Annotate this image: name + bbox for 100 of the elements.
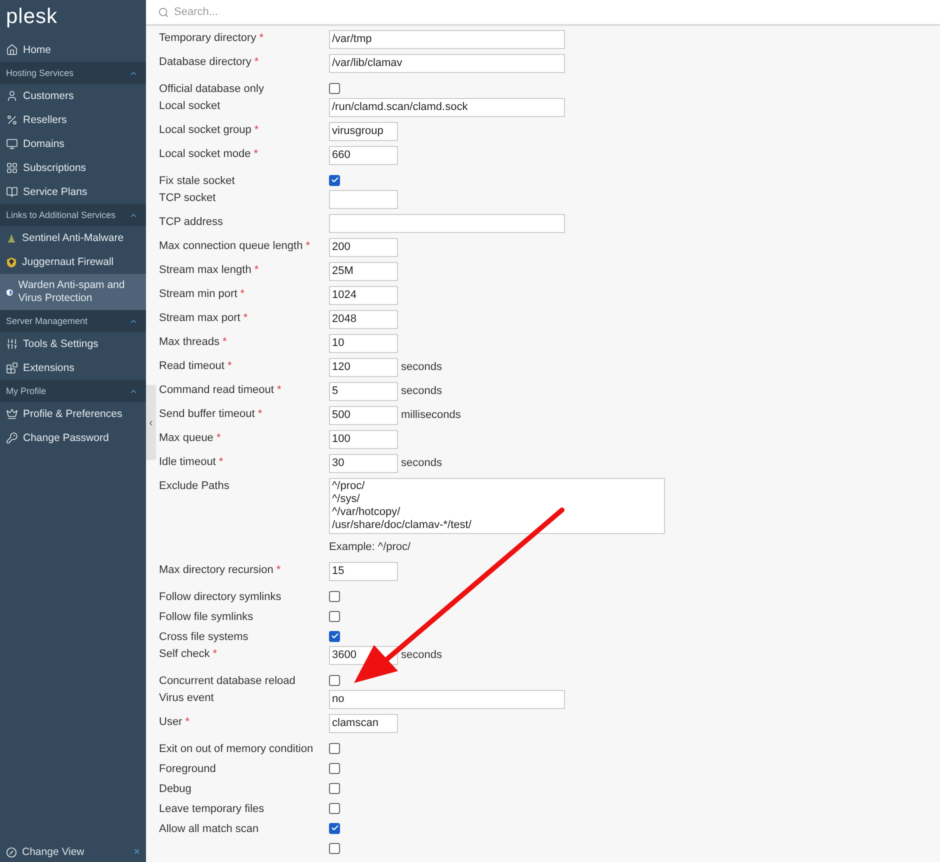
- badge-icon: [6, 256, 17, 268]
- input-field[interactable]: /var/lib/clamav: [329, 54, 565, 73]
- field-label: Send buffer timeout *: [159, 407, 264, 420]
- section-header[interactable]: Hosting Services: [0, 62, 146, 84]
- field-label: Follow file symlinks: [159, 610, 254, 623]
- checkbox[interactable]: [329, 174, 340, 186]
- field-label: Allow all match scan: [159, 822, 260, 835]
- field-label: Database directory *: [159, 55, 260, 68]
- checkbox[interactable]: [329, 674, 340, 686]
- checkbox[interactable]: [329, 590, 340, 602]
- percent-icon: [6, 114, 18, 126]
- unit-label: seconds: [400, 456, 442, 469]
- field-label: Debug: [159, 782, 192, 795]
- field-label: TCP address: [159, 215, 224, 228]
- field-label: Stream min port *: [159, 287, 246, 300]
- unit-label: milliseconds: [400, 408, 461, 421]
- grid-icon: [6, 162, 18, 174]
- input-field[interactable]: 1024: [329, 286, 398, 305]
- input-field[interactable]: clamscan: [329, 714, 398, 733]
- checkbox[interactable]: [329, 842, 340, 854]
- user-icon: [6, 90, 18, 102]
- field-label: Follow directory symlinks: [159, 590, 282, 603]
- field-label: Virus event: [159, 691, 215, 704]
- input-field[interactable]: 2048: [329, 310, 398, 329]
- input-field[interactable]: no: [329, 690, 565, 709]
- field-label: Max connection queue length *: [159, 239, 311, 252]
- checkbox[interactable]: [329, 82, 340, 94]
- input-field[interactable]: virusgroup: [329, 122, 398, 141]
- input-field[interactable]: 120: [329, 358, 398, 377]
- sidebar-item[interactable]: Change Password: [0, 426, 146, 450]
- section-header[interactable]: Server Management: [0, 310, 146, 332]
- sidebar-item[interactable]: Profile & Preferences: [0, 402, 146, 426]
- field-label: User *: [159, 715, 191, 728]
- input-field[interactable]: 500: [329, 406, 398, 425]
- home-icon: [6, 44, 18, 56]
- sliders-icon: [6, 338, 18, 350]
- sidebar-item[interactable]: Customers: [0, 84, 146, 108]
- section-header[interactable]: My Profile: [0, 380, 146, 402]
- field-label: Cross file systems: [159, 630, 250, 643]
- sidebar-item[interactable]: Service Plans: [0, 180, 146, 204]
- sidebar-item[interactable]: Extensions: [0, 356, 146, 380]
- sidebar-item[interactable]: Home: [0, 38, 146, 62]
- field-label: Stream max port *: [159, 311, 249, 324]
- shield-icon: [6, 286, 14, 298]
- blocks-icon: [6, 362, 18, 374]
- section-header[interactable]: Links to Additional Services: [0, 204, 146, 226]
- input-field[interactable]: [329, 214, 565, 233]
- input-field[interactable]: 200: [329, 238, 398, 257]
- field-label: Foreground: [159, 762, 217, 775]
- sidebar-item[interactable]: Juggernaut Firewall: [0, 250, 146, 274]
- sidebar-item[interactable]: Domains: [0, 132, 146, 156]
- checkbox[interactable]: [329, 610, 340, 622]
- field-label: Leave temporary files: [159, 802, 266, 815]
- sidebar-item[interactable]: Subscriptions: [0, 156, 146, 180]
- input-field[interactable]: [329, 190, 398, 209]
- input-field[interactable]: 100: [329, 430, 398, 449]
- example-hint: Example: ^/proc/: [329, 541, 412, 553]
- field-label: Local socket group *: [159, 123, 260, 136]
- field-label: Max queue *: [159, 431, 222, 444]
- input-field[interactable]: /var/tmp: [329, 30, 565, 49]
- input-field[interactable]: 660: [329, 146, 398, 165]
- field-label: Temporary directory *: [159, 31, 264, 44]
- sidebar-item[interactable]: Warden Anti-spam and Virus Protection: [0, 274, 146, 310]
- field-label: Exit on out of memory condition: [159, 742, 314, 755]
- checkbox[interactable]: [329, 742, 340, 754]
- checkbox[interactable]: [329, 782, 340, 794]
- field-label: Max threads *: [159, 335, 228, 348]
- checkbox[interactable]: [329, 822, 340, 834]
- view-icon: [6, 846, 17, 858]
- checkbox[interactable]: [329, 630, 340, 642]
- sidebar-item[interactable]: Resellers: [0, 108, 146, 132]
- input-field[interactable]: 30: [329, 454, 398, 473]
- change-view-link[interactable]: Change View: [22, 846, 129, 858]
- exclude-paths-field[interactable]: ^/proc/ ^/sys/ ^/var/hotcopy/ /usr/share/doc/clamav-*/test/: [329, 478, 665, 534]
- field-label: Fix stale socket: [159, 174, 236, 187]
- search-icon: [158, 6, 169, 18]
- sidebar-item[interactable]: Tools & Settings: [0, 332, 146, 356]
- crown-icon: [6, 408, 18, 420]
- field-label: Self check *: [159, 647, 218, 660]
- checkbox[interactable]: [329, 802, 340, 814]
- book-icon: [6, 186, 18, 198]
- input-field[interactable]: 5: [329, 382, 398, 401]
- unit-label: seconds: [400, 360, 442, 373]
- sidebar-item[interactable]: Sentinel Anti-Malware: [0, 226, 146, 250]
- input-field[interactable]: /run/clamd.scan/clamd.sock: [329, 98, 565, 117]
- field-label: Exclude Paths: [159, 479, 230, 492]
- field-label: Official database only: [159, 82, 265, 95]
- collapse-handle[interactable]: ‹: [146, 385, 156, 460]
- unit-label: seconds: [400, 384, 442, 397]
- input-field[interactable]: 25M: [329, 262, 398, 281]
- monitor-icon: [6, 138, 18, 150]
- unit-label: seconds: [400, 648, 442, 661]
- field-label: Local socket: [159, 99, 222, 112]
- field-label: Max directory recursion *: [159, 563, 282, 576]
- field-label: TCP socket: [159, 191, 217, 204]
- field-label: Concurrent database reload: [159, 674, 296, 687]
- checkbox[interactable]: [329, 762, 340, 774]
- input-field[interactable]: 15: [329, 562, 398, 581]
- plesk-logo: plesk: [5, 4, 59, 30]
- input-field[interactable]: 10: [329, 334, 398, 353]
